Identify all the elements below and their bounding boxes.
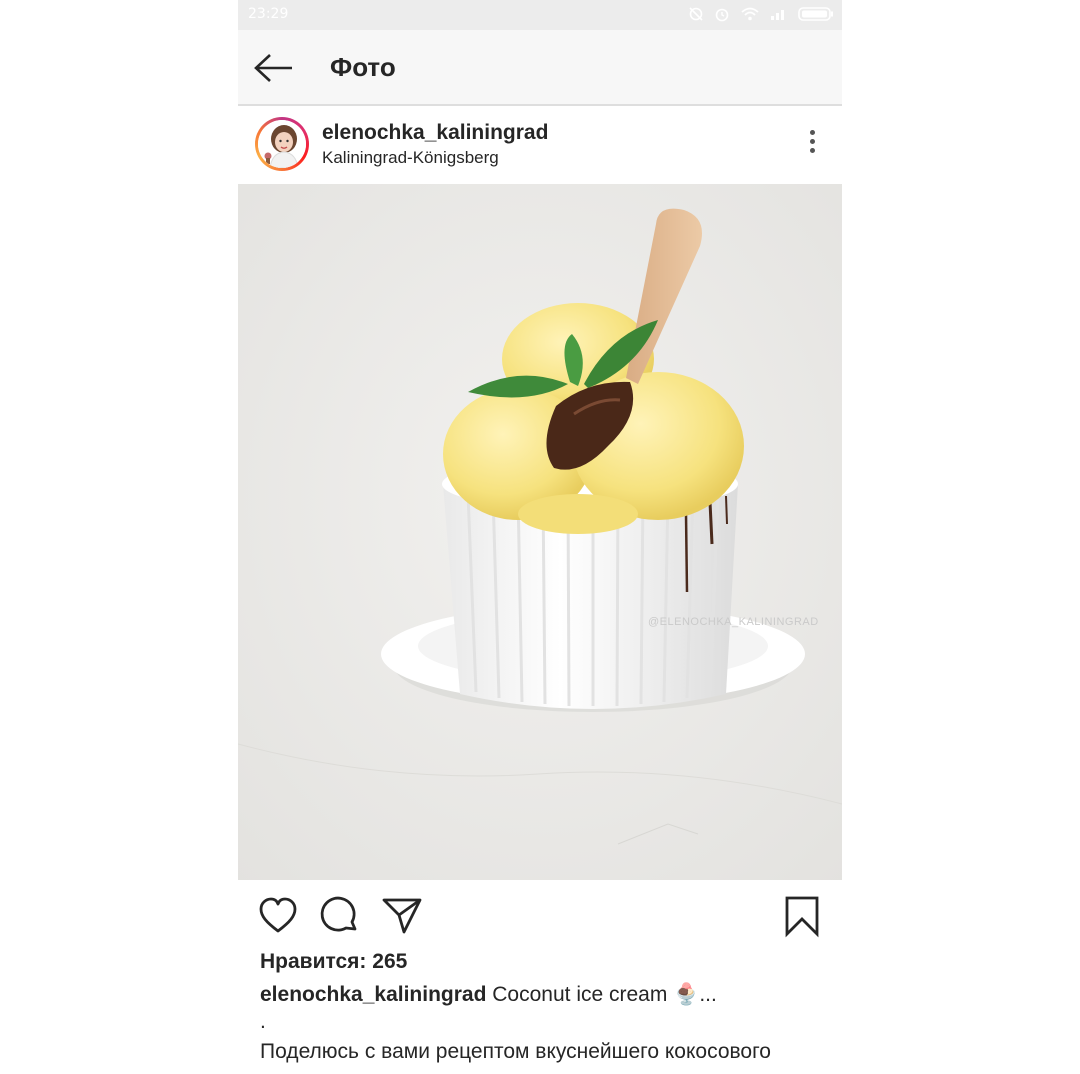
back-button[interactable] <box>252 48 296 88</box>
arrow-left-icon <box>254 54 292 82</box>
wifi-icon <box>740 6 760 26</box>
share-icon <box>382 898 422 934</box>
caption-text: Coconut ice cream <box>492 983 668 1006</box>
caption-dot-line: . <box>260 1010 266 1033</box>
status-icons <box>688 6 834 26</box>
bookmark-icon <box>785 896 819 938</box>
more-options-button[interactable] <box>806 130 818 160</box>
app-header: Фото <box>238 30 842 106</box>
photo-watermark: @ELENOCHKA_KALININGRAD <box>648 616 819 628</box>
like-button[interactable] <box>256 894 300 938</box>
post-header: elenochka_kaliningrad Kaliningrad-Königs… <box>238 106 842 184</box>
battery-icon <box>798 7 834 25</box>
post-username[interactable]: elenochka_kaliningrad <box>322 121 548 145</box>
heart-icon <box>259 897 297 933</box>
likes-count[interactable]: Нравится: 265 <box>260 950 407 974</box>
avatar-image <box>258 120 306 168</box>
bookmark-button[interactable] <box>780 894 824 938</box>
caption-username[interactable]: elenochka_kaliningrad <box>260 983 486 1006</box>
avatar[interactable] <box>255 117 309 171</box>
signal-icon <box>770 7 788 25</box>
caption: elenochka_kaliningrad Coconut ice cream … <box>260 983 717 1007</box>
post-actions <box>238 880 842 950</box>
post-photo[interactable]: @ELENOCHKA_KALININGRAD <box>238 184 842 880</box>
alarm-icon <box>714 6 730 26</box>
vertical-dots-icon <box>806 130 818 153</box>
caption-line: Поделюсь с вами рецептом вкуснейшего кок… <box>260 1040 771 1063</box>
ice-cream-photo <box>238 184 842 880</box>
status-bar: 23:29 <box>238 0 842 30</box>
comment-icon <box>320 896 357 932</box>
share-button[interactable] <box>380 894 424 938</box>
page-title: Фото <box>330 52 396 82</box>
post-location[interactable]: Kaliningrad-Königsberg <box>322 148 499 168</box>
caption-ellipsis[interactable]: ... <box>699 983 717 1006</box>
instagram-photo-screen: 23:29 Фото elenochka_kaliningrad Kalinin… <box>238 0 842 1074</box>
sync-off-icon <box>688 6 704 26</box>
comment-button[interactable] <box>318 894 362 938</box>
status-time: 23:29 <box>248 6 289 22</box>
ice-cream-emoji-icon: 🍨 <box>673 983 700 1006</box>
